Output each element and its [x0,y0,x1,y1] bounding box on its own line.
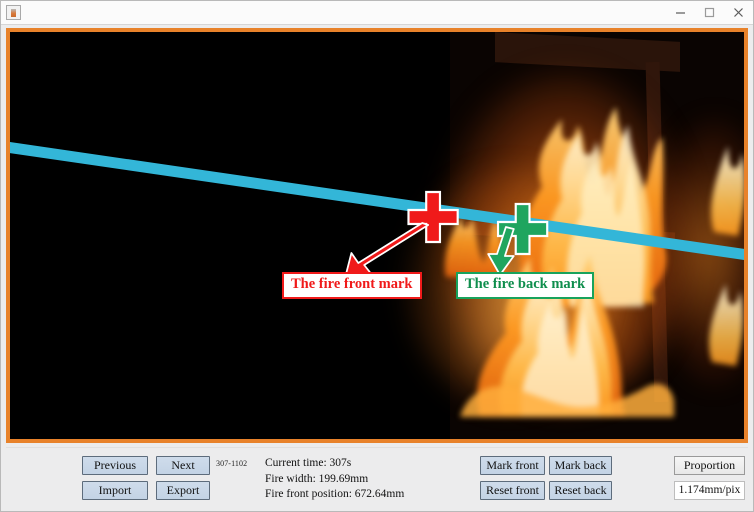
reset-back-button[interactable]: Reset back [549,481,612,500]
video-display-area[interactable]: The fire front mark The fire back mark [6,28,748,443]
next-button[interactable]: Next [156,456,210,475]
proportion-button[interactable]: Proportion [674,456,745,475]
close-icon[interactable] [724,2,753,24]
reference-line [10,142,744,260]
fire-front-position-text: Fire front position: 672.64mm [265,488,405,500]
maximize-icon[interactable] [695,2,724,24]
import-button[interactable]: Import [82,481,148,500]
app-icon [6,5,21,20]
mark-back-button[interactable]: Mark back [549,456,612,475]
title-bar [1,1,753,25]
measurement-readout: Current time: 307s Fire width: 199.69mm … [265,456,404,503]
proportion-value-field[interactable]: 1.174mm/pix [674,481,745,500]
reset-front-button[interactable]: Reset front [480,481,545,500]
control-panel: Previous Next Import Export 307-1102 Cur… [6,447,748,505]
fire-width-text: Fire width: 199.69mm [265,472,369,485]
previous-button[interactable]: Previous [82,456,148,475]
fire-back-mark-label: The fire back mark [456,272,595,299]
fire-front-mark-label: The fire front mark [282,272,422,299]
export-button[interactable]: Export [156,481,210,500]
application-window: The fire front mark The fire back mark P… [0,0,754,512]
fire-front-cross-marker [407,190,459,244]
video-frame: The fire front mark The fire back mark [10,32,744,439]
frame-counter-label: 307-1102 [216,459,248,468]
measurement-overlay [10,142,744,281]
current-time-text: Current time: 307s [265,457,352,469]
mark-front-button[interactable]: Mark front [480,456,545,475]
minimize-icon[interactable] [666,2,695,24]
